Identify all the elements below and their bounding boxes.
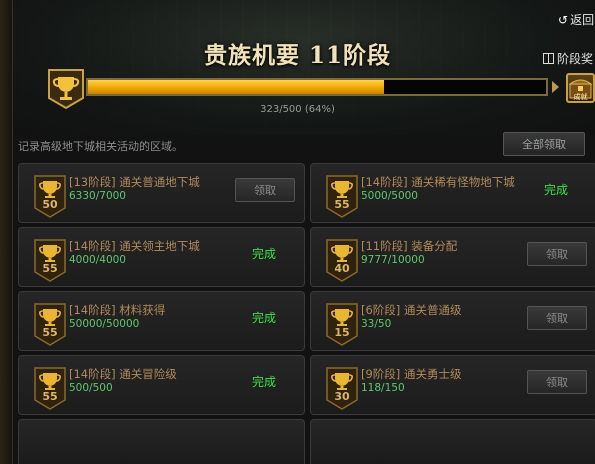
achievement-count: 50000/50000 [69,318,140,330]
achievement-level: 30 [334,390,350,403]
achievement-count: 6330/7000 [69,190,126,202]
achievement-card: 55 [14阶段] 材料获得 50000/50000 完成 [18,291,305,351]
progress-text: 323/500 (64%) [260,104,335,115]
return-arrow-icon: ↺ [558,12,569,27]
claim-button[interactable]: 领取 [527,242,587,266]
achievement-complete-label: 完成 [251,375,276,389]
achievement-name: [13阶段] 通关普通地下城 [69,175,200,189]
page-title: 贵族机要 11阶段 [203,42,391,69]
achievement-card: 15 [6阶段] 通关普通级 33/50 领取 [310,291,595,351]
achievement-trophy-icon: 55 [32,302,68,347]
stage-progress-fill [88,80,384,94]
claim-all-button[interactable]: 全部领取 [503,132,585,156]
achievement-trophy-icon: 15 [324,302,360,347]
achievement-name: [14阶段] 通关冒险级 [69,367,177,381]
achievement-complete-label: 完成 [543,183,568,197]
claim-button[interactable]: 领取 [527,370,587,394]
achievement-card: 40 [11阶段] 装备分配 9777/10000 领取 [310,227,595,287]
section-description: 记录高级地下城相关活动的区域。 [18,140,183,153]
achievement-level: 50 [42,198,58,211]
reward-box-label: 成就 [573,93,588,101]
stage-reward-button[interactable]: 阶段奖 [543,50,593,67]
achievement-count: 33/50 [361,318,392,330]
back-label: 返回 [570,13,595,27]
reward-chest-button[interactable]: 成就 [566,73,595,103]
achievement-name: [14阶段] 通关稀有怪物地下城 [361,175,515,189]
achievement-level: 40 [334,262,350,275]
progress-arrow-icon [552,81,559,93]
achievement-level: 15 [334,326,350,339]
gift-icon [543,53,554,64]
achievement-name: [11阶段] 装备分配 [361,239,458,253]
achievement-card: 50 [13阶段] 通关普通地下城 6330/7000 领取 [18,163,305,223]
achievement-card-empty [310,419,595,464]
claim-button[interactable]: 领取 [527,306,587,330]
achievement-trophy-icon: 55 [32,366,68,411]
stage-reward-label: 阶段奖 [557,52,594,66]
achievement-card: 55 [14阶段] 通关稀有怪物地下城 5000/5000 完成 [310,163,595,223]
achievement-trophy-icon: 30 [324,366,360,411]
achievement-count: 118/150 [361,382,405,394]
achievement-name: [14阶段] 材料获得 [69,303,166,317]
back-button[interactable]: ↺ 返回 [558,11,594,28]
achievement-trophy-icon: 40 [324,238,360,283]
achievement-count: 5000/5000 [361,190,418,202]
achievement-count: 500/500 [69,382,113,394]
achievement-card: 55 [14阶段] 通关领主地下城 4000/4000 完成 [18,227,305,287]
achievement-card-empty [18,419,305,464]
achievement-trophy-icon: 55 [32,238,68,283]
achievement-level: 55 [42,262,58,275]
achievement-trophy-icon: 50 [32,174,68,219]
achievement-level: 55 [42,326,58,339]
achievement-card: 30 [9阶段] 通关勇士级 118/150 领取 [310,355,595,415]
achievement-complete-label: 完成 [251,247,276,261]
achievement-name: [14阶段] 通关领主地下城 [69,239,200,253]
achievement-count: 4000/4000 [69,254,126,266]
stage-progress-bar [86,78,548,96]
achievement-card: 55 [14阶段] 通关冒险级 500/500 完成 [18,355,305,415]
achievement-count: 9777/10000 [361,254,425,266]
achievement-name: [6阶段] 通关普通级 [361,303,462,317]
claim-button[interactable]: 领取 [235,178,295,202]
achievement-level: 55 [334,198,350,211]
achievement-name: [9阶段] 通关勇士级 [361,367,462,381]
achievement-complete-label: 完成 [251,311,276,325]
achievement-level: 55 [42,390,58,403]
achievement-trophy-icon: 55 [324,174,360,219]
